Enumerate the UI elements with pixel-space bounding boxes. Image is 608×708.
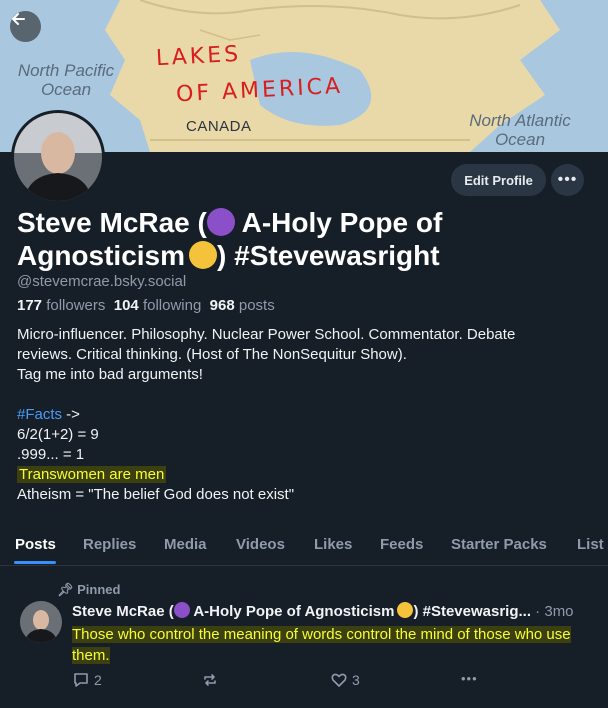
tab-starter-packs[interactable]: Starter Packs (451, 536, 547, 553)
repost-icon (204, 674, 216, 686)
tab-videos[interactable]: Videos (236, 536, 285, 553)
profile-tabs: Posts Replies Media Videos Likes Feeds S… (0, 524, 608, 566)
pin-icon: 📌︎ (57, 582, 74, 597)
bio-line: .999... = 1 (17, 446, 85, 463)
angel-emoji-icon (189, 241, 218, 269)
map-label-canada: CANADA (186, 118, 252, 135)
profile-stats: 177 followers 104 following 968 posts (17, 297, 275, 314)
smiling-devil-emoji-icon (206, 208, 235, 236)
posts-count: 968 posts (209, 297, 275, 314)
highlighted-text: Transwomen are men (17, 466, 167, 483)
post-more-button[interactable]: ••• (461, 671, 478, 686)
post-header: Steve McRae ( A-Holy Pope of Agnosticism… (72, 602, 592, 620)
bio-line: reviews. Critical thinking. (Host of The… (17, 346, 407, 363)
ellipsis-icon: ••• (461, 671, 478, 686)
display-name: Steve McRae ( A-Holy Pope of Agnosticism… (17, 207, 443, 271)
followers-link[interactable]: 177 followers (17, 297, 105, 314)
post-text: Those who control the meaning of words c… (72, 624, 592, 666)
bio-line: 6/2(1+2) = 9 (17, 426, 99, 443)
edit-profile-button[interactable]: Edit Profile (451, 164, 546, 196)
bio-line: Transwomen are men (17, 465, 587, 485)
more-options-button[interactable]: ••• (551, 164, 584, 196)
profile-handle: @stevemcrae.bsky.social (17, 273, 187, 290)
following-link[interactable]: 104 following (114, 297, 202, 314)
ellipsis-icon: ••• (557, 171, 578, 188)
reply-icon (74, 673, 88, 687)
heart-icon (331, 673, 347, 687)
highlighted-text: Those who control the meaning of words c… (72, 626, 571, 664)
bio-blank-line (17, 385, 587, 405)
arrow-left-icon (12, 13, 25, 25)
tab-posts[interactable]: Posts (15, 536, 56, 553)
post-actions: 2 3 ••• (72, 671, 592, 691)
scribble-line-1: LAKES (155, 41, 242, 72)
post-author-avatar[interactable] (20, 601, 62, 643)
bio-line: Atheism = "The belief God does not exist… (17, 486, 295, 503)
bio-line: Tag me into bad arguments! (17, 366, 203, 383)
profile-bio: Micro-influencer. Philosophy. Nuclear Po… (17, 325, 587, 505)
back-button[interactable] (10, 11, 41, 42)
active-tab-indicator (14, 561, 56, 564)
angel-emoji-icon (397, 602, 414, 618)
tab-likes[interactable]: Likes (314, 536, 352, 553)
post-timestamp[interactable]: · 3mo (531, 603, 573, 620)
repost-button[interactable] (201, 671, 223, 689)
hashtag-link[interactable]: #Facts (17, 406, 62, 423)
tab-replies[interactable]: Replies (83, 536, 136, 553)
tab-media[interactable]: Media (164, 536, 207, 553)
map-label-pacific: North Pacific Ocean (17, 61, 115, 99)
post-author-name[interactable]: Steve McRae ( A-Holy Pope of Agnosticism… (72, 602, 531, 620)
profile-avatar[interactable] (11, 110, 105, 204)
map-label-atlantic: North Atlantic Ocean (469, 111, 571, 149)
tab-lists[interactable]: List (577, 536, 604, 553)
pinned-label: 📌︎ Pinned (57, 582, 121, 597)
reply-button[interactable]: 2 (72, 671, 102, 689)
tab-feeds[interactable]: Feeds (380, 536, 423, 553)
smiling-devil-emoji-icon (173, 602, 190, 618)
bio-line: Micro-influencer. Philosophy. Nuclear Po… (17, 326, 516, 343)
like-button[interactable]: 3 (330, 671, 360, 689)
bio-line: #Facts -> (17, 406, 80, 423)
